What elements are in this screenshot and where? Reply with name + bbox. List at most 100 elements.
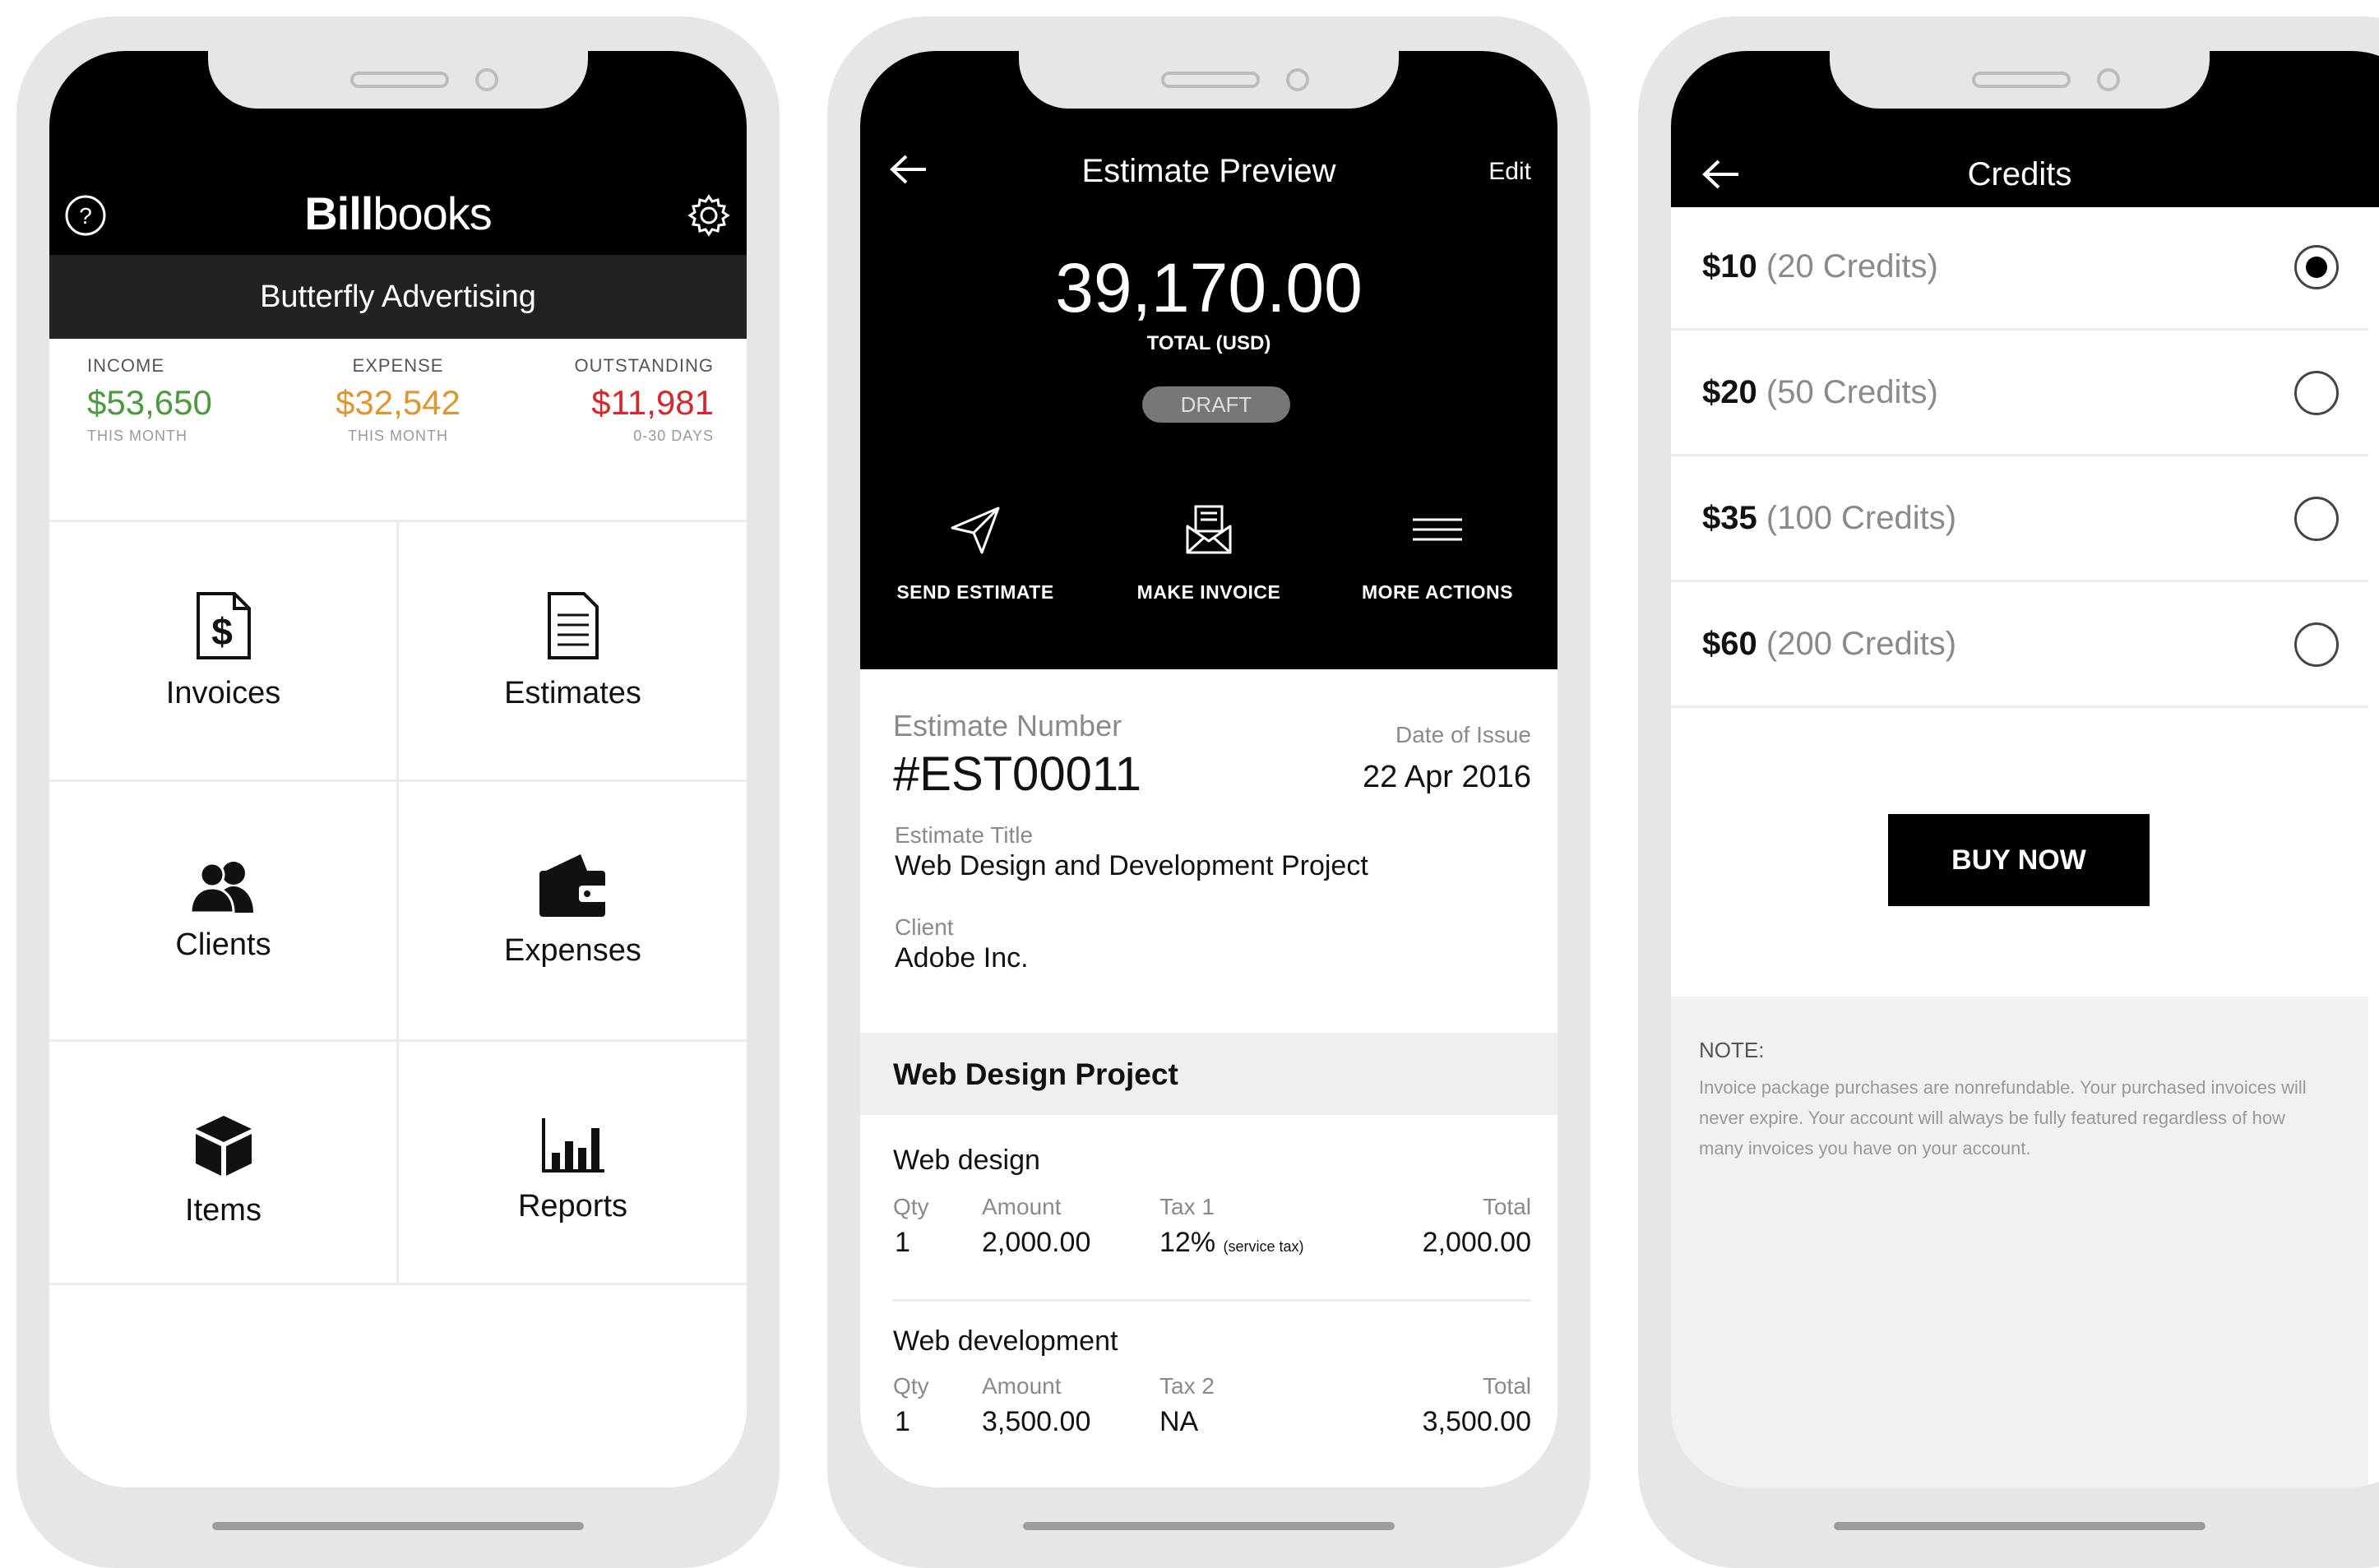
paper-plane-icon xyxy=(949,503,1002,556)
item-name: Web development xyxy=(893,1325,1118,1357)
invoice-dollar-icon: $ xyxy=(195,590,252,661)
tile-label: Expenses xyxy=(504,933,641,968)
qty-value: 1 xyxy=(895,1406,910,1437)
radio-unselected[interactable] xyxy=(2294,622,2339,667)
home-screen: ? Billbooks Butterfly Advertising INCOME… xyxy=(49,51,747,1487)
tile-estimates[interactable]: Estimates xyxy=(399,522,747,779)
date-label: Date of Issue xyxy=(1395,722,1531,747)
stat-label: OUTSTANDING xyxy=(574,355,714,376)
page-title: Credits xyxy=(1967,156,2072,192)
stat-label: EXPENSE xyxy=(352,355,444,376)
expense-stat: EXPENSE $32,542 THIS MONTH xyxy=(291,355,505,445)
envelope-invoice-icon xyxy=(1184,503,1233,556)
bar-chart-icon xyxy=(540,1117,606,1174)
note-title: NOTE: xyxy=(1699,1038,1765,1062)
line-item[interactable]: Web development Qty 1 Amount 3,500.00 Ta… xyxy=(860,1325,1557,1473)
amount-value: 2,000.00 xyxy=(982,1227,1091,1258)
issue-date: 22 Apr 2016 xyxy=(1363,760,1531,794)
tile-label: Estimates xyxy=(504,676,641,710)
tile-items[interactable]: Items xyxy=(49,1042,397,1299)
buy-now-button[interactable]: BUY NOW xyxy=(1888,814,2150,906)
estimate-title-label: Estimate Title xyxy=(895,822,1034,848)
phone-credits: Credits $10 (20 Credits) $20 (50 Credits… xyxy=(1638,16,2379,1568)
credits-screen: Credits $10 (20 Credits) $20 (50 Credits… xyxy=(1671,51,2379,1487)
total-label: TOTAL (USD) xyxy=(1146,332,1271,354)
credit-option[interactable]: $35 (100 Credits) xyxy=(1671,459,2368,582)
business-name: Butterfly Advertising xyxy=(49,255,747,339)
document-lines-icon xyxy=(546,590,600,661)
stat-sub: THIS MONTH xyxy=(87,428,187,444)
edit-button[interactable]: Edit xyxy=(1488,158,1531,186)
client-name: Adobe Inc. xyxy=(895,942,1029,974)
users-icon xyxy=(188,858,258,913)
outstanding-stat: OUTSTANDING $11,981 0-30 DAYS xyxy=(500,355,714,445)
settings-gear-icon[interactable] xyxy=(686,192,732,238)
stat-label: INCOME xyxy=(87,355,164,376)
make-invoice-button[interactable]: MAKE INVOICE xyxy=(1102,503,1316,604)
option-text: $60 (200 Credits) xyxy=(1702,626,1957,662)
tile-label: Clients xyxy=(175,927,271,962)
amount-value: 3,500.00 xyxy=(982,1406,1091,1437)
credit-option[interactable]: $60 (200 Credits) xyxy=(1671,585,2368,708)
estimate-total: 39,170.00 xyxy=(1055,249,1363,326)
note-text: Invoice package purchases are nonrefunda… xyxy=(1699,1077,2307,1159)
radio-unselected[interactable] xyxy=(2294,497,2339,541)
radio-unselected[interactable] xyxy=(2294,371,2339,415)
phone-notch xyxy=(208,51,588,109)
total-label: Total xyxy=(1482,1373,1531,1399)
app-logo: Billbooks xyxy=(304,187,493,239)
action-label: MAKE INVOICE xyxy=(1136,581,1281,603)
phone-notch xyxy=(1019,51,1399,109)
option-text: $35 (100 Credits) xyxy=(1702,500,1957,536)
tile-label: Invoices xyxy=(165,676,281,710)
income-stat: INCOME $53,650 THIS MONTH xyxy=(87,355,301,445)
credit-option[interactable]: $20 (50 Credits) xyxy=(1671,333,2368,456)
page-title: Estimate Preview xyxy=(1081,153,1336,189)
estimate-screen: Estimate Preview Edit 39,170.00 TOTAL (U… xyxy=(860,51,1557,1487)
qty-label: Qty xyxy=(893,1194,929,1219)
more-actions-button[interactable]: MORE ACTIONS xyxy=(1331,503,1544,604)
tile-invoices[interactable]: $ Invoices xyxy=(49,522,397,779)
note-panel: NOTE: Invoice package purchases are nonr… xyxy=(1671,997,2368,1487)
send-estimate-button[interactable]: SEND ESTIMATE xyxy=(868,503,1082,604)
stat-value: $32,542 xyxy=(336,383,461,422)
tax-label: Tax 1 xyxy=(1159,1194,1215,1219)
tax-value: NA xyxy=(1159,1406,1199,1437)
amount-label: Amount xyxy=(982,1194,1062,1219)
amount-label: Amount xyxy=(982,1373,1062,1399)
svg-text:$: $ xyxy=(211,610,233,653)
option-text: $10 (20 Credits) xyxy=(1702,248,1938,284)
total-label: Total xyxy=(1482,1194,1531,1219)
section-header: Web Design Project xyxy=(860,1033,1557,1115)
home-indicator xyxy=(1834,1522,2205,1530)
section-title: Web Design Project xyxy=(893,1057,1178,1091)
credit-option[interactable]: $10 (20 Credits) xyxy=(1671,207,2368,331)
tile-label: Items xyxy=(185,1193,262,1228)
tile-label: Reports xyxy=(517,1189,628,1223)
wallet-icon xyxy=(538,853,609,918)
qty-value: 1 xyxy=(895,1227,910,1258)
option-text: $20 (50 Credits) xyxy=(1702,374,1938,410)
phone-notch xyxy=(1830,51,2210,109)
status-badge: DRAFT xyxy=(1142,386,1290,423)
divider xyxy=(893,1299,1531,1302)
tax-value: 12% (service tax) xyxy=(1159,1227,1304,1258)
radio-selected[interactable] xyxy=(2294,245,2339,289)
home-indicator xyxy=(212,1522,584,1530)
tax-label: Tax 2 xyxy=(1159,1373,1215,1399)
line-item[interactable]: Web design Qty 1 Amount 2,000.00 Tax 1 1… xyxy=(860,1145,1557,1309)
tile-reports[interactable]: Reports xyxy=(399,1042,747,1299)
phone-home: ? Billbooks Butterfly Advertising INCOME… xyxy=(16,16,780,1568)
estimate-number-label: Estimate Number xyxy=(893,709,1122,742)
stat-value: $53,650 xyxy=(87,383,212,422)
tile-expenses[interactable]: Expenses xyxy=(399,782,747,1039)
total-value: 2,000.00 xyxy=(1422,1227,1531,1258)
estimate-number: #EST00011 xyxy=(893,747,1142,801)
stat-sub: THIS MONTH xyxy=(348,428,448,444)
tile-clients[interactable]: Clients xyxy=(49,782,397,1039)
action-label: MORE ACTIONS xyxy=(1361,581,1514,603)
estimate-title: Web Design and Development Project xyxy=(895,850,1368,881)
menu-lines-icon xyxy=(1411,503,1464,556)
home-indicator xyxy=(1023,1522,1395,1530)
item-name: Web design xyxy=(893,1145,1040,1176)
